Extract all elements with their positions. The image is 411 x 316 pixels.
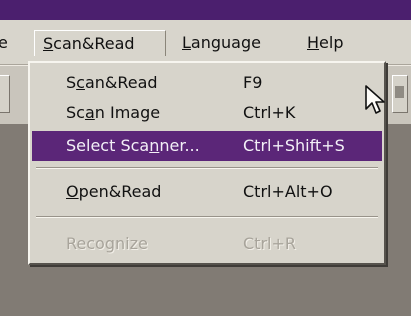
menu-scan-read-mnemonic: S (43, 34, 54, 53)
menu-entry-recognize-shortcut: Ctrl+R (243, 234, 296, 253)
menu-entry-open-read-shortcut: Ctrl+Alt+O (243, 182, 333, 201)
menu-entry-scan-image-mnemonic: a (84, 103, 95, 122)
menu-language-mnemonic: L (182, 33, 191, 52)
menu-entry-open-read-label-suffix: pen&Read (78, 182, 162, 201)
menu-entry-select-scanner-shortcut: Ctrl+Shift+S (243, 136, 345, 155)
menu-entry-select-scanner-mnemonic: n (149, 136, 160, 155)
menu-entry-recognize-disabled: Recognize Ctrl+R (32, 229, 382, 259)
menu-entry-scan-image-label-suffix: n Image (94, 103, 161, 122)
menu-entry-open-read-mnemonic: O (66, 182, 79, 201)
scan-read-dropdown-menu: Scan&Read F9 Scan Image Ctrl+K Select Sc… (28, 61, 386, 265)
application-window: e Scan&Read Language Help Scan&Read F9 S… (0, 0, 411, 316)
menu-entry-scan-read-shortcut: F9 (243, 73, 263, 92)
menu-entry-select-scanner-label-prefix: Select Sca (66, 136, 150, 155)
toolbar-button-right[interactable] (392, 75, 408, 113)
menu-entry-select-scanner-label: Select Scanner... (66, 131, 200, 161)
menu-entry-scan-image[interactable]: Scan Image Ctrl+K (32, 98, 382, 128)
menu-partial-label: e (0, 33, 8, 52)
menu-partial-item[interactable]: e (0, 30, 8, 56)
menu-entry-open-read[interactable]: Open&Read Ctrl+Alt+O (32, 177, 382, 207)
toolbar-button-left[interactable] (0, 75, 10, 113)
menu-entry-recognize-label-suffix: Recognize (66, 234, 148, 253)
arrow-pointer-icon (365, 85, 385, 114)
menu-separator (36, 216, 378, 218)
menu-help-label: elp (319, 33, 344, 52)
menu-entry-select-scanner[interactable]: Select Scanner... Ctrl+Shift+S (32, 131, 382, 161)
menu-bar: e Scan&Read Language Help (0, 20, 411, 65)
menu-entry-scan-read-label-suffix: an&Read (84, 73, 158, 92)
menu-separator (36, 167, 378, 169)
menu-entry-scan-image-label: Scan Image (66, 98, 160, 128)
menu-help[interactable]: Help (307, 30, 343, 56)
menu-scan-read-label: can&Read (53, 34, 135, 53)
menu-entry-scan-image-shortcut: Ctrl+K (243, 103, 296, 122)
title-bar (0, 0, 411, 20)
menu-entry-scan-read-label: Scan&Read (66, 68, 158, 98)
menu-entry-recognize-label: Recognize (66, 229, 148, 259)
menu-language-label: anguage (190, 33, 261, 52)
menu-help-mnemonic: H (307, 33, 320, 52)
menu-entry-scan-read-mnemonic: c (76, 73, 85, 92)
menu-entry-scan-image-label-prefix: Sc (66, 103, 85, 122)
menu-entry-open-read-label: Open&Read (66, 177, 161, 207)
menu-language[interactable]: Language (182, 30, 261, 56)
menu-scan-read[interactable]: Scan&Read (34, 30, 166, 56)
menu-entry-scan-read[interactable]: Scan&Read F9 (32, 68, 382, 98)
menu-entry-scan-read-label-prefix: S (66, 73, 77, 92)
menu-entry-select-scanner-label-suffix: ner... (159, 136, 200, 155)
